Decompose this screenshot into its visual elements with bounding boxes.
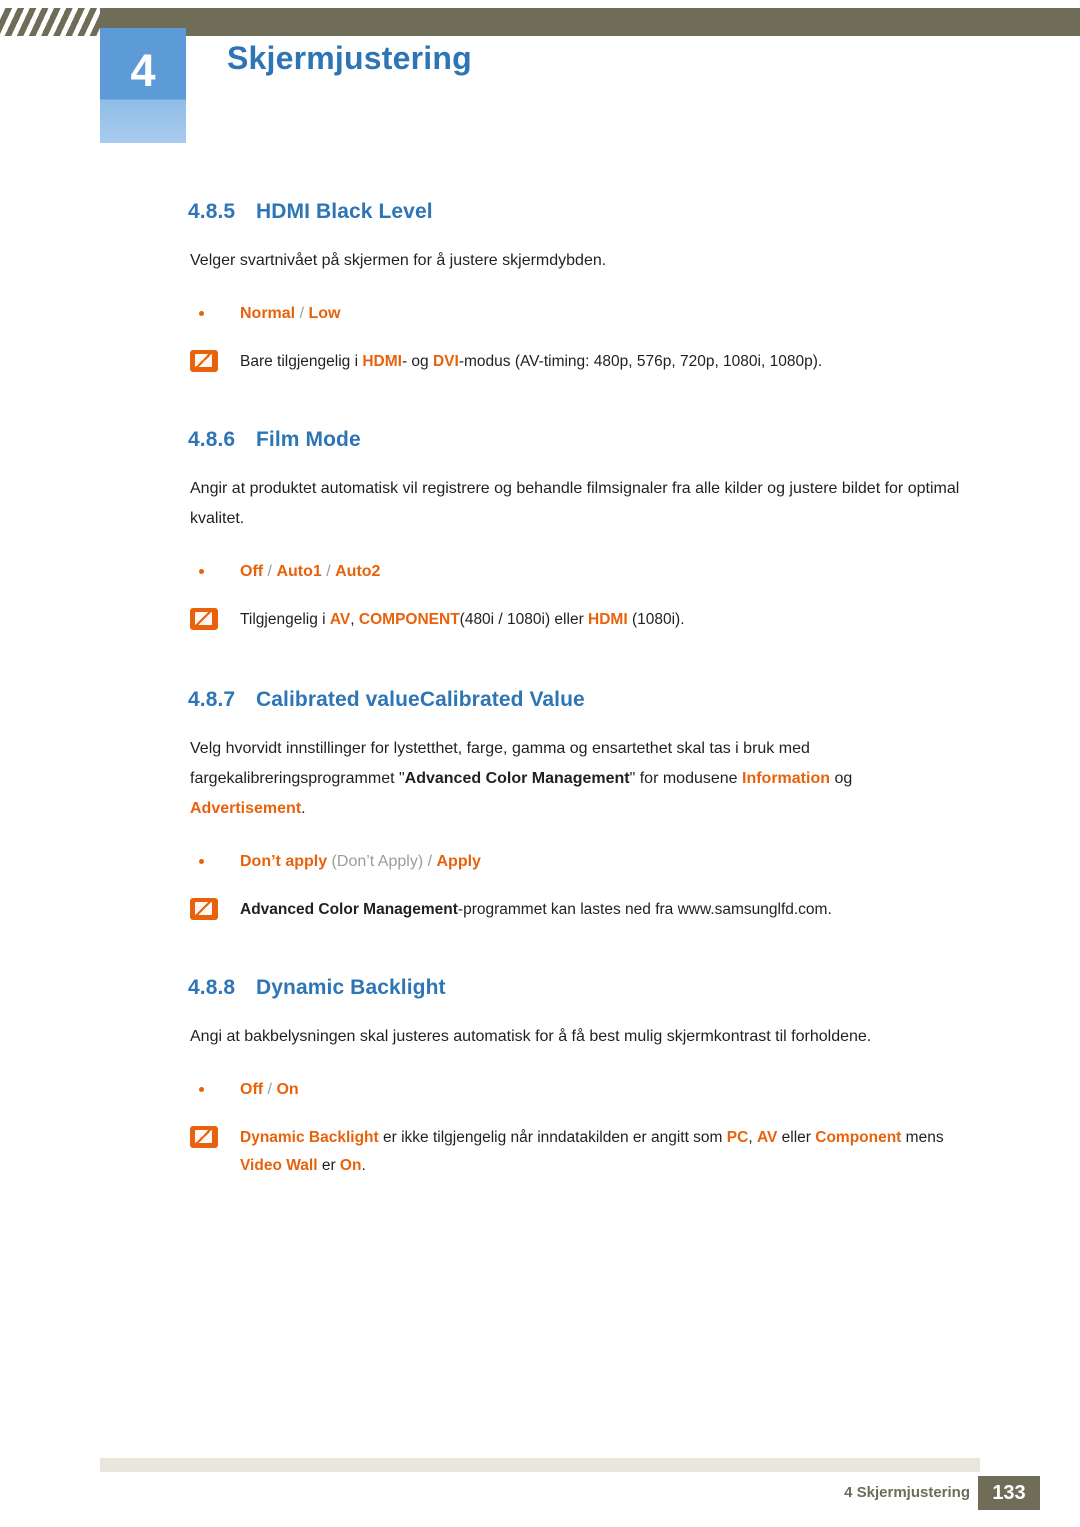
para-og: og (830, 770, 853, 787)
header-hatch-decoration (0, 8, 100, 36)
option-separator: / (263, 563, 277, 580)
section-heading-4-8-6: 4.8.6 Film Mode (188, 428, 1080, 452)
page-content: 4.8.5 HDMI Black Level Velger svartnivået… (0, 200, 1080, 1180)
para-end: . (301, 800, 306, 817)
options-list-4-8-6: Off / Auto1 / Auto2 (190, 560, 1080, 584)
option-apply: Apply (436, 853, 481, 870)
option-separator: / (321, 563, 336, 580)
note-text-4-8-5: Bare tilgjengelig i HDMI- og DVI-modus (… (240, 348, 980, 376)
note-on: On (339, 1157, 362, 1174)
note-post: -modus (AV-timing: 480p, 576p, 720p, 108… (458, 353, 823, 370)
page-header: 4 Skjermjustering (0, 0, 1080, 160)
note-icon (190, 898, 218, 920)
footer-chapter-label: 4 Skjermjustering (844, 1484, 970, 1501)
section-heading-4-8-8: 4.8.8 Dynamic Backlight (188, 976, 1080, 1000)
note-end: . (361, 1157, 366, 1174)
section-number: 4.8.7 (188, 688, 236, 711)
note-icon (190, 608, 218, 630)
note-mid: (480i / 1080i) eller (459, 611, 589, 628)
note-text-4-8-6: Tilgjengelig i AV, COMPONENT(480i / 1080… (240, 606, 980, 634)
note-icon (190, 1126, 218, 1148)
note-hdmi: HDMI (362, 353, 402, 370)
note-mid: er ikke tilgjengelig når inndatakilden e… (378, 1129, 727, 1146)
note-text-4-8-7: Advanced Color Management-programmet kan… (240, 896, 980, 924)
chapter-title: Skjermjustering (227, 40, 472, 76)
section-paragraph-4-8-7: Velg hvorvidt innstillinger for lystetth… (190, 734, 960, 824)
note-4-8-5: Bare tilgjengelig i HDMI- og DVI-modus (… (190, 348, 980, 382)
note-post: (1080i). (627, 611, 685, 628)
note-mid: - og (401, 353, 433, 370)
option-normal: Normal (240, 305, 296, 322)
note-acm: Advanced Color Management (240, 901, 458, 918)
footer-rule (100, 1458, 980, 1472)
note-av: AV (756, 1129, 778, 1146)
note-post: -programmet kan lastes ned fra www.samsu… (457, 901, 832, 918)
note-component: Component (815, 1129, 902, 1146)
option-on: On (276, 1081, 299, 1098)
note-icon (190, 350, 218, 372)
note-4-8-6: Tilgjengelig i AV, COMPONENT(480i / 1080… (190, 606, 980, 640)
options-list-4-8-8: Off / On (190, 1078, 1080, 1102)
section-heading-4-8-5: 4.8.5 HDMI Black Level (188, 200, 1080, 224)
note-pre: Tilgjengelig i (240, 611, 330, 628)
option-off: Off (240, 1081, 264, 1098)
option-dont-apply-paren: (Don’t Apply) (327, 853, 424, 870)
note-pre: Bare tilgjengelig i (240, 353, 363, 370)
section-heading-4-8-7: 4.8.7 Calibrated valueCalibrated Value (188, 688, 1080, 712)
option-separator: / (423, 853, 437, 870)
option-off: Off (240, 563, 264, 580)
note-mens: mens (901, 1129, 944, 1146)
options-list-4-8-5: Normal / Low (190, 302, 1080, 326)
para-mid: " for modusene (629, 770, 742, 787)
note-comma: , (350, 611, 359, 628)
section-paragraph-4-8-6: Angir at produktet automatisk vil regist… (190, 480, 960, 527)
section-number: 4.8.6 (188, 428, 236, 451)
section-number: 4.8.8 (188, 976, 236, 999)
page-footer: 4 Skjermjustering 133 (0, 1458, 1080, 1518)
note-video-wall: Video Wall (240, 1157, 318, 1174)
note-eller: eller (777, 1129, 816, 1146)
note-dvi: DVI (432, 353, 459, 370)
para-acm: Advanced Color Management (404, 770, 630, 787)
section-title: Calibrated valueCalibrated Value (256, 688, 585, 711)
option-auto1: Auto1 (276, 563, 322, 580)
note-dynamic-backlight: Dynamic Backlight (240, 1129, 379, 1146)
option-dont-apply: Don’t apply (240, 853, 328, 870)
option-separator: / (295, 305, 309, 322)
footer-page-number: 133 (978, 1476, 1040, 1510)
note-component: COMPONENT (358, 611, 460, 628)
section-paragraph-4-8-8: Angi at bakbelysningen skal justeres aut… (190, 1028, 872, 1045)
note-er: er (317, 1157, 340, 1174)
note-pc: PC (726, 1129, 749, 1146)
section-title: Dynamic Backlight (256, 976, 446, 999)
option-low: Low (308, 305, 341, 322)
note-4-8-7: Advanced Color Management-programmet kan… (190, 896, 980, 930)
para-information: Information (742, 770, 830, 787)
section-title: Film Mode (256, 428, 361, 451)
note-text-4-8-8: Dynamic Backlight er ikke tilgjengelig n… (240, 1124, 980, 1180)
para-advertisement: Advertisement (190, 800, 302, 817)
note-comma: , (748, 1129, 757, 1146)
chapter-number: 4 (130, 45, 156, 96)
section-paragraph-4-8-5: Velger svartnivået på skjermen for å jus… (190, 252, 607, 269)
note-4-8-8: Dynamic Backlight er ikke tilgjengelig n… (190, 1124, 980, 1180)
options-list-4-8-7: Don’t apply (Don’t Apply) / Apply (190, 850, 1080, 874)
section-number: 4.8.5 (188, 200, 236, 223)
note-av: AV (329, 611, 351, 628)
option-separator: / (263, 1081, 277, 1098)
note-hdmi: HDMI (588, 611, 628, 628)
section-title: HDMI Black Level (256, 200, 433, 223)
option-auto2: Auto2 (335, 563, 381, 580)
